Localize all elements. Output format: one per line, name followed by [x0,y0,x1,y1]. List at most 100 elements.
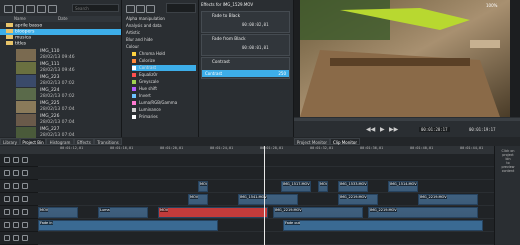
video-clip[interactable]: IMG_1533.MOV [338,181,368,192]
effect-item[interactable]: Colour [126,44,139,50]
video-clip[interactable]: IMG_2219.MOV [368,207,478,218]
eye-icon[interactable] [22,209,28,215]
video-clip[interactable]: IMG_1541.MOV [238,194,298,205]
video-clip[interactable]: MOV [188,194,208,205]
effect-item[interactable]: Hue shift [132,86,157,92]
effects-search-input[interactable] [166,3,196,13]
lock-icon[interactable] [4,209,10,215]
effect-item[interactable]: Primaries [132,114,158,120]
effect-item[interactable]: Alpha manipulation [126,16,165,22]
mute-icon[interactable] [13,222,19,228]
tab-clip-monitor[interactable]: Clip Monitor [330,138,360,145]
col-date[interactable]: Date [58,16,68,22]
tab-histogram[interactable]: Histogram [46,138,74,145]
lock-icon[interactable] [4,222,10,228]
fade-from-black-effect[interactable]: Fade from Black 00:00:01,01 [201,34,290,56]
effect-item[interactable]: Chroma Hold [132,51,165,57]
param-value[interactable]: 250 [278,71,286,76]
effect-item[interactable]: Analysis and data [126,23,162,29]
contrast-effect[interactable]: Contrast Contrast 250 [201,57,290,79]
track-lane[interactable] [38,154,494,167]
mute-icon[interactable] [13,170,19,176]
effect-item[interactable]: Invert [132,93,151,99]
video-clip[interactable]: IMG_2219.MOV [418,194,478,205]
col-name[interactable]: Name [14,16,26,22]
tab-transitions[interactable]: Transitions [94,138,122,145]
mute-icon[interactable] [13,196,19,202]
effect-item[interactable]: Luma/RGB/Gamma [132,100,177,106]
mute-icon[interactable] [13,157,19,163]
bin-search-input[interactable]: Search [72,4,119,12]
eye-icon[interactable] [22,222,28,228]
video-clip[interactable]: MOV [318,181,328,192]
effect-stack-header: Effects for IMG_1529.MOV [201,2,254,7]
track-lane[interactable] [38,180,494,193]
folder-label: titles [15,41,27,47]
tab-project-bin[interactable]: Project Bin [20,138,46,145]
edit-icon[interactable] [37,5,46,13]
mute-icon[interactable] [13,235,19,241]
video-clip[interactable]: MOV [198,181,208,192]
folder-icon[interactable] [26,5,35,13]
video-clip[interactable]: IMG_1517.MOV [281,181,311,192]
clip-label: IMG_1533.MOV [340,182,367,186]
eye-icon[interactable] [22,196,28,202]
effect-swatch-icon [132,52,136,56]
lock-icon[interactable] [4,170,10,176]
video-clip[interactable]: IMG_1514.MOV [388,181,418,192]
effect-item[interactable]: Artistic [126,30,140,36]
track-header [0,232,38,245]
playhead[interactable] [264,146,265,245]
tab-effects[interactable]: Effects [74,138,94,145]
effect-duration[interactable]: 00:00:02,01 [242,22,269,27]
video-clip[interactable]: IMG_2219.MOV [338,194,378,205]
lock-icon[interactable] [4,183,10,189]
fade-to-black-effect[interactable]: Fade to Black 00:00:02,01 [201,11,290,33]
lock-icon[interactable] [4,196,10,202]
effect-item[interactable]: Luminance [132,107,161,113]
play-icon[interactable]: ▶ [380,126,385,133]
tab-project-monitor[interactable]: Project Monitor [294,138,330,145]
tab-library[interactable]: Library [0,138,20,145]
effect-item[interactable]: Equaliz0r [132,72,158,78]
video-clip[interactable]: IMG_2219.MOV [273,207,363,218]
audio-clip[interactable]: Fade in [38,220,218,231]
mute-icon[interactable] [13,209,19,215]
lock-icon[interactable] [4,235,10,241]
eye-icon[interactable] [22,170,28,176]
track-lane[interactable] [38,167,494,180]
video-clip[interactable]: Luma [98,207,148,218]
folder-row[interactable]: titles [0,41,121,47]
monitor-ruler[interactable] [294,118,520,121]
menu-icon[interactable] [4,5,13,13]
lock-icon[interactable] [4,157,10,163]
track-lane[interactable] [38,232,494,245]
forward-icon[interactable]: ▶▶ [389,126,398,133]
add-clip-icon[interactable] [15,5,24,13]
eye-icon[interactable] [22,157,28,163]
mute-icon[interactable] [13,183,19,189]
effect-item[interactable]: Greyscale [132,79,159,85]
custom-effects-icon[interactable] [146,5,155,13]
effect-item[interactable]: Blur and hide [126,37,153,43]
duration-timecode: 00:01:19:17 [469,127,496,132]
eye-icon[interactable] [22,235,28,241]
timeline-ruler[interactable]: 00:01:12,01 00:01:16,01 00:01:20,01 00:01:2… [0,146,494,154]
eye-icon[interactable] [22,183,28,189]
ruler-tick-label: 00:01:20,01 [160,146,184,150]
video-effects-icon[interactable] [126,5,135,13]
effect-item[interactable]: Colorize [132,58,155,64]
audio-effects-icon[interactable] [136,5,145,13]
video-clip[interactable]: MOV [38,207,78,218]
rewind-icon[interactable]: ◀◀ [366,126,375,133]
effect-item[interactable]: Contrast [132,65,196,71]
delete-icon[interactable] [48,5,57,13]
contrast-slider[interactable]: Contrast 250 [202,70,289,77]
folder-icon [6,23,13,27]
audio-clip[interactable]: Fade out [283,220,483,231]
effect-label: Luminance [139,107,161,112]
folder-icon [6,29,13,33]
effect-duration[interactable]: 00:00:01,01 [242,45,269,50]
position-timecode[interactable]: 00:01:28:17 [419,127,450,132]
video-clip[interactable]: MOV [158,207,268,218]
